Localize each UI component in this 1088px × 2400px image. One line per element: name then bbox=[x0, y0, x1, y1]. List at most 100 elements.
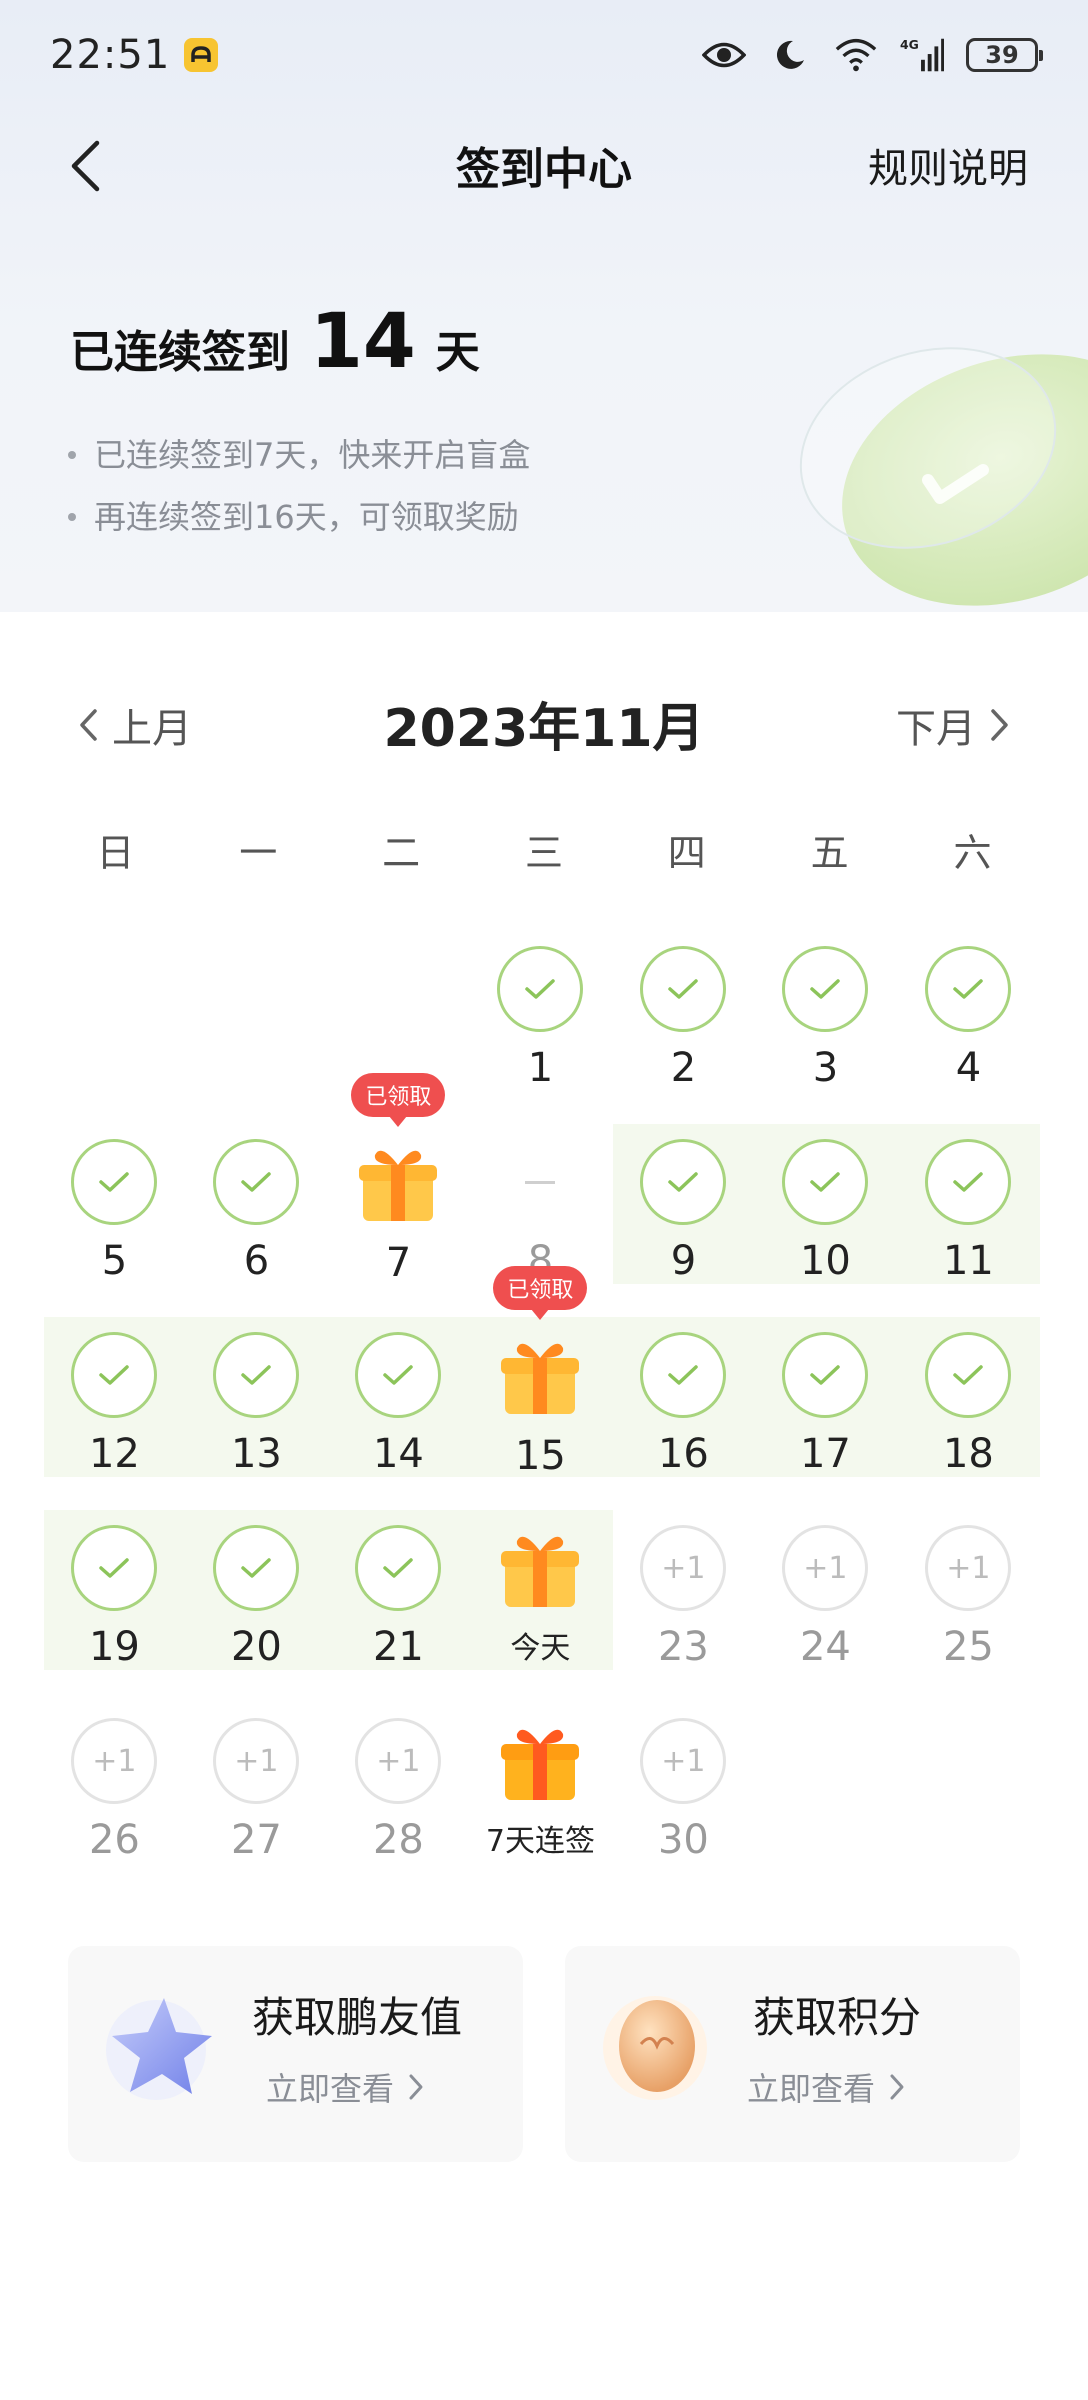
eye-icon bbox=[702, 33, 746, 77]
calendar: 上月 2023年11月 下月 日 一 二 三 四 五 六 1 2 3 4 5 6… bbox=[0, 612, 1088, 1912]
day-cell-signed[interactable]: 2 bbox=[612, 938, 755, 1128]
day-number: 3 bbox=[812, 1045, 839, 1091]
day-cell-signed[interactable]: 16 bbox=[612, 1324, 755, 1514]
day-number: 23 bbox=[657, 1624, 709, 1670]
view-now-label: 立即查看 bbox=[266, 2070, 395, 2108]
check-icon bbox=[925, 1332, 1012, 1418]
status-bar: 22:51 4G 39 bbox=[0, 0, 1088, 110]
day-number: 15 bbox=[514, 1433, 566, 1479]
check-icon bbox=[213, 1139, 300, 1225]
day-cell-future[interactable]: +1 30 bbox=[612, 1710, 755, 1900]
points-title: 获取积分 bbox=[753, 1993, 922, 2042]
day-cell-signed[interactable]: 20 bbox=[185, 1517, 328, 1707]
weekday-header: 日 一 二 三 四 五 六 bbox=[44, 822, 1044, 882]
day-cell-future[interactable]: +1 27 bbox=[185, 1710, 328, 1900]
gift-box-icon bbox=[501, 1343, 580, 1414]
day-cell-signed[interactable]: 18 bbox=[897, 1324, 1040, 1514]
check-icon bbox=[71, 1332, 158, 1418]
day-number: 7 bbox=[385, 1240, 412, 1286]
day-number: 17 bbox=[799, 1431, 851, 1477]
day-cell-signed[interactable]: 9 bbox=[612, 1131, 755, 1321]
day-cell-today[interactable]: 今天 bbox=[469, 1517, 612, 1707]
day-cell-signed[interactable]: 6 bbox=[185, 1131, 328, 1321]
plus-one-badge: +1 bbox=[213, 1718, 300, 1804]
check-icon bbox=[497, 946, 584, 1032]
day-number: 27 bbox=[230, 1817, 282, 1863]
next-month-label: 下月 bbox=[896, 706, 976, 752]
check-icon bbox=[925, 946, 1012, 1032]
status-time: 22:51 bbox=[50, 32, 171, 78]
tips-list: 已连续签到7天，快来开启盲盒 再连续签到16天，可领取奖励 bbox=[68, 424, 530, 548]
day-cell-streak-reward[interactable]: 7天连签 bbox=[469, 1710, 612, 1900]
rules-link[interactable]: 规则说明 bbox=[868, 136, 1028, 194]
day-cell-signed[interactable]: 11 bbox=[897, 1131, 1040, 1321]
day-number: 13 bbox=[230, 1431, 282, 1477]
day-cell-signed[interactable]: 21 bbox=[327, 1517, 470, 1707]
points-link[interactable]: 立即查看 bbox=[747, 2064, 905, 2110]
check-icon bbox=[71, 1525, 158, 1611]
nav-bar: 签到中心 规则说明 bbox=[0, 110, 1088, 220]
reward-cards: 获取鹏友值 立即查看 获取积分 立即查看 bbox=[68, 1946, 1020, 2162]
points-card[interactable]: 获取积分 立即查看 bbox=[565, 1946, 1020, 2162]
coin-icon bbox=[603, 1996, 707, 2100]
view-now-label: 立即查看 bbox=[747, 2070, 876, 2108]
header-hero: 22:51 4G 39 签到中心 规则说明 已连续签到 14 天 已连续签到7天… bbox=[0, 0, 1088, 612]
friend-value-title: 获取鹏友值 bbox=[252, 1993, 463, 2042]
day-cell-signed[interactable]: 10 bbox=[754, 1131, 897, 1321]
plus-one-badge: +1 bbox=[925, 1525, 1012, 1611]
day-number: 11 bbox=[942, 1238, 994, 1284]
gift-box-icon bbox=[501, 1536, 580, 1607]
cellular-signal-icon: 4G bbox=[900, 33, 944, 77]
day-cell-signed[interactable]: 13 bbox=[185, 1324, 328, 1514]
streak-summary: 已连续签到 14 天 bbox=[70, 296, 480, 385]
day-cell-future[interactable]: +1 24 bbox=[754, 1517, 897, 1707]
day-cell-gift-received[interactable]: 已领取 7 bbox=[327, 1073, 470, 1321]
weekday-label: 二 bbox=[382, 831, 421, 875]
streak-prefix: 已连续签到 bbox=[70, 327, 290, 378]
star-icon bbox=[106, 1998, 212, 2100]
day-cell-signed[interactable]: 1 bbox=[469, 938, 612, 1128]
weekday-label: 四 bbox=[667, 831, 706, 875]
day-number: 18 bbox=[942, 1431, 994, 1477]
chevron-right-icon bbox=[991, 709, 1008, 741]
day-cell-signed[interactable]: 3 bbox=[754, 938, 897, 1128]
day-cell-signed[interactable]: 14 bbox=[327, 1324, 470, 1514]
friend-value-link[interactable]: 立即查看 bbox=[266, 2064, 424, 2110]
friend-value-card[interactable]: 获取鹏友值 立即查看 bbox=[68, 1946, 523, 2162]
plus-one-badge: +1 bbox=[640, 1718, 727, 1804]
check-icon bbox=[355, 1525, 442, 1611]
day-number: 21 bbox=[372, 1624, 424, 1670]
check-icon bbox=[213, 1525, 300, 1611]
check-icon bbox=[71, 1139, 158, 1225]
missed-dash-icon bbox=[497, 1139, 583, 1225]
day-number: 19 bbox=[88, 1624, 140, 1670]
day-cell-future[interactable]: +1 25 bbox=[897, 1517, 1040, 1707]
wifi-icon bbox=[834, 33, 878, 77]
day-cell-future[interactable]: +1 28 bbox=[327, 1710, 470, 1900]
day-number: 1 bbox=[527, 1045, 554, 1091]
weekday-label: 日 bbox=[96, 831, 135, 875]
gift-box-icon bbox=[359, 1150, 438, 1221]
streak-days: 14 bbox=[310, 296, 416, 385]
day-cell-signed[interactable]: 4 bbox=[897, 938, 1040, 1128]
received-badge: 已领取 bbox=[351, 1073, 446, 1117]
day-number: 6 bbox=[243, 1238, 270, 1284]
day-number: 10 bbox=[799, 1238, 851, 1284]
day-cell-future[interactable]: +1 26 bbox=[43, 1710, 186, 1900]
day-cell-signed[interactable]: 17 bbox=[754, 1324, 897, 1514]
weekday-label: 六 bbox=[953, 831, 992, 875]
checkmark-coin-decoration bbox=[799, 347, 1088, 606]
check-icon bbox=[355, 1332, 442, 1418]
day-cell-signed[interactable]: 12 bbox=[43, 1324, 186, 1514]
next-month-button[interactable]: 下月 bbox=[896, 696, 1010, 754]
day-cell-gift-received[interactable]: 已领取 15 bbox=[469, 1266, 612, 1514]
day-cell-signed[interactable]: 5 bbox=[43, 1131, 186, 1321]
day-cell-signed[interactable]: 19 bbox=[43, 1517, 186, 1707]
tip-text: 已连续签到7天，快来开启盲盒 bbox=[94, 436, 531, 474]
day-number: 12 bbox=[88, 1431, 140, 1477]
day-number: 14 bbox=[372, 1431, 424, 1477]
moon-icon bbox=[768, 33, 812, 77]
svg-text:4G: 4G bbox=[900, 37, 919, 52]
weekday-label: 五 bbox=[810, 831, 849, 875]
day-cell-future[interactable]: +1 23 bbox=[612, 1517, 755, 1707]
